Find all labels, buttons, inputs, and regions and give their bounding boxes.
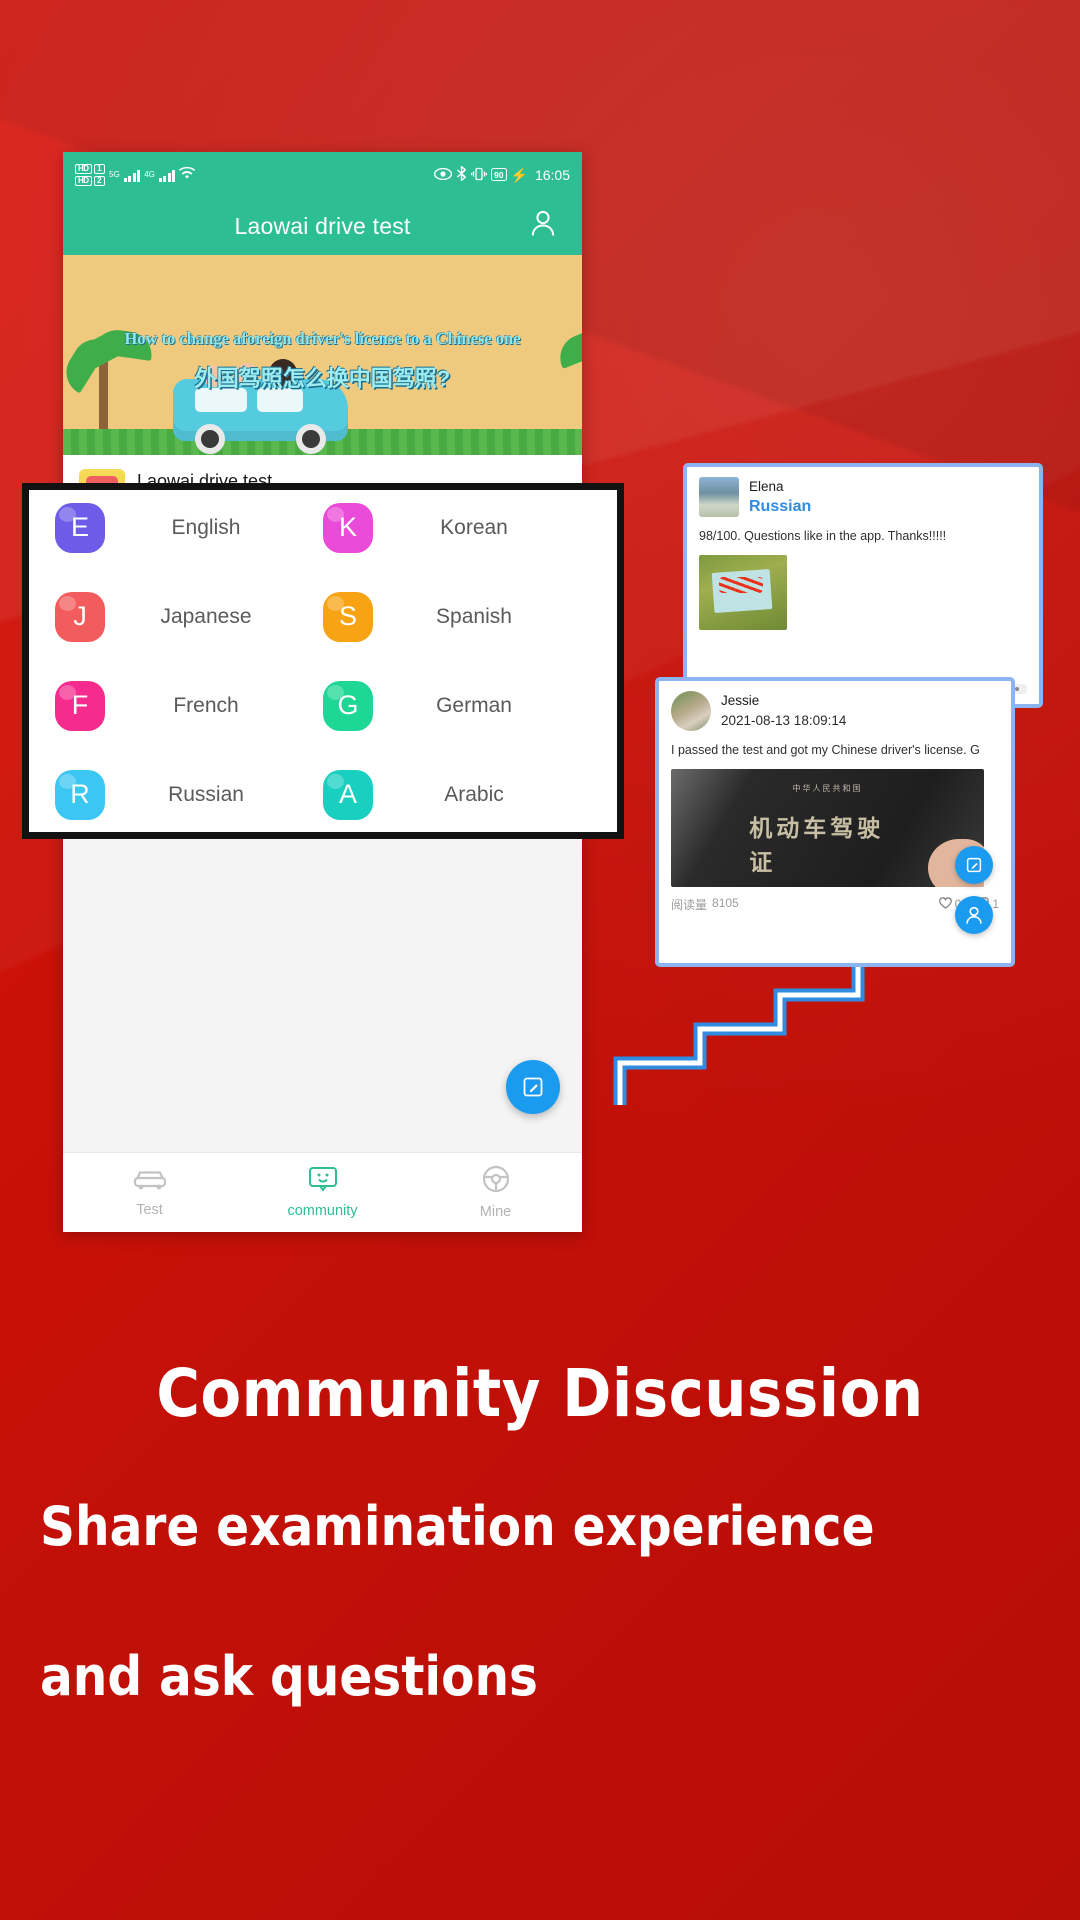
- language-label-english: English: [171, 515, 241, 539]
- jessie-comment-count: 1: [992, 897, 999, 911]
- language-label-japanese: Japanese: [160, 604, 252, 628]
- language-label-arabic: Arabic: [444, 782, 504, 806]
- tab-community-label: community: [287, 1203, 358, 1219]
- heart-icon[interactable]: [938, 896, 952, 912]
- jessie-reads-count: 8105: [712, 895, 739, 910]
- dual-sim-indicator: HD 1 HD 2: [75, 163, 106, 186]
- tab-test-label: Test: [136, 1202, 163, 1218]
- person-icon[interactable]: [955, 896, 993, 934]
- marketing-subline-1: Share examination experience: [40, 1495, 875, 1558]
- signal-bars-icon-2: [158, 168, 176, 182]
- language-option-french[interactable]: F French: [55, 661, 323, 750]
- elena-comment-text: 98/100. Questions like in the app. Thank…: [699, 529, 947, 544]
- battery-level: 90: [494, 169, 504, 180]
- language-letter: R: [70, 779, 90, 809]
- language-badge-spanish: S: [323, 591, 373, 642]
- eye-icon: [433, 167, 453, 182]
- language-option-spanish[interactable]: S Spanish: [323, 572, 591, 661]
- language-letter: E: [70, 512, 89, 542]
- person-icon[interactable]: [530, 210, 556, 243]
- language-letter: K: [338, 512, 357, 542]
- language-badge-korean: K: [323, 502, 373, 553]
- elena-language: Russian: [749, 497, 812, 515]
- status-bar-right: 90 ⚡ 16:05: [433, 165, 570, 183]
- connector-arrow: [613, 961, 865, 1105]
- language-badge-japanese: J: [55, 591, 105, 642]
- vibrate-icon: [470, 167, 488, 183]
- wifi-icon: [179, 166, 196, 182]
- marketing-headline: Community Discussion: [156, 1355, 924, 1432]
- charging-bolt-icon: ⚡: [510, 166, 528, 183]
- app-bar: Laowai drive test: [63, 197, 582, 255]
- status-bar-left: HD 1 HD 2 5G 4G: [75, 163, 196, 186]
- tab-mine[interactable]: Mine: [409, 1153, 582, 1232]
- language-letter: G: [337, 690, 359, 720]
- language-label-german: German: [436, 693, 512, 717]
- jessie-date: 2021-08-13 18:09:14: [721, 712, 847, 728]
- sim1-badge: 1: [93, 163, 106, 174]
- elena-header: Elena Russian: [699, 477, 1027, 517]
- avatar: [699, 477, 739, 517]
- elena-name: Elena: [749, 479, 784, 494]
- sim2-badge: 2: [93, 175, 106, 186]
- language-badge-german: G: [323, 680, 373, 731]
- language-letter: J: [73, 601, 87, 631]
- avatar: [671, 691, 711, 731]
- jessie-header: Jessie 2021-08-13 18:09:14: [671, 691, 999, 731]
- language-selection-dialog[interactable]: E English K Korean J Japanese S Spanish …: [22, 483, 624, 839]
- language-letter: S: [338, 601, 357, 631]
- status-bar-clock: 16:05: [534, 166, 570, 183]
- jessie-name: Jessie: [721, 693, 760, 708]
- language-option-arabic[interactable]: A Arabic: [323, 750, 591, 839]
- language-option-english[interactable]: E English: [55, 483, 323, 572]
- jessie-reads-label: 阅读量: [671, 897, 708, 912]
- network-label-1: 5G: [109, 170, 120, 179]
- license-cover-main-text: 机动车驾驶证: [749, 815, 885, 876]
- compose-edit-icon[interactable]: [955, 846, 993, 884]
- language-option-japanese[interactable]: J Japanese: [55, 572, 323, 661]
- language-badge-russian: R: [55, 769, 105, 820]
- marketing-subline-2: and ask questions: [40, 1645, 538, 1708]
- license-cover-top-text: 中华人民共和国: [792, 783, 863, 793]
- banner-headline-zh: 外国驾照怎么换中国驾照?: [194, 366, 451, 391]
- tab-community[interactable]: community: [236, 1153, 409, 1232]
- bluetooth-icon: [456, 165, 467, 183]
- banner-text-block: How to change aforeign driver's license …: [63, 329, 582, 393]
- language-badge-arabic: A: [323, 769, 373, 820]
- car-icon: [133, 1167, 167, 1195]
- jessie-stats: 阅读量 8105 0 1: [671, 896, 999, 913]
- status-bar: HD 1 HD 2 5G 4G 90 ⚡ 16:05: [63, 152, 582, 197]
- chat-smiley-icon: [308, 1166, 338, 1196]
- comment-card-elena[interactable]: Elena Russian 98/100. Questions like in …: [683, 463, 1043, 708]
- hd-badge-sim1: HD: [75, 163, 92, 174]
- language-label-russian: Russian: [168, 782, 244, 806]
- language-label-french: French: [173, 693, 239, 717]
- tab-mine-label: Mine: [479, 1204, 512, 1220]
- tab-test[interactable]: Test: [63, 1153, 236, 1232]
- language-letter: A: [338, 779, 357, 809]
- bottom-tab-bar[interactable]: Test community Mine: [63, 1152, 582, 1232]
- language-label-korean: Korean: [440, 515, 508, 539]
- banner-headline-en: How to change aforeign driver's license …: [124, 329, 521, 348]
- steering-wheel-icon: [482, 1165, 510, 1197]
- language-option-russian[interactable]: R Russian: [55, 750, 323, 839]
- language-option-german[interactable]: G German: [323, 661, 591, 750]
- language-letter: F: [71, 690, 89, 720]
- language-option-korean[interactable]: K Korean: [323, 483, 591, 572]
- hd-badge-sim2: HD: [75, 175, 92, 186]
- language-label-spanish: Spanish: [436, 604, 512, 628]
- jessie-attached-photo[interactable]: 中华人民共和国 机动车驾驶证: [671, 768, 984, 887]
- language-badge-french: F: [55, 680, 105, 731]
- language-badge-english: E: [55, 502, 105, 553]
- promo-banner[interactable]: How to change aforeign driver's license …: [63, 255, 582, 455]
- signal-bars-icon-1: [123, 168, 141, 182]
- battery-indicator: 90: [491, 168, 507, 181]
- elena-attached-photo[interactable]: [699, 554, 787, 630]
- network-label-2: 4G: [144, 170, 155, 179]
- app-title: Laowai drive test: [234, 212, 411, 239]
- jessie-comment-text: I passed the test and got my Chinese dri…: [671, 743, 980, 757]
